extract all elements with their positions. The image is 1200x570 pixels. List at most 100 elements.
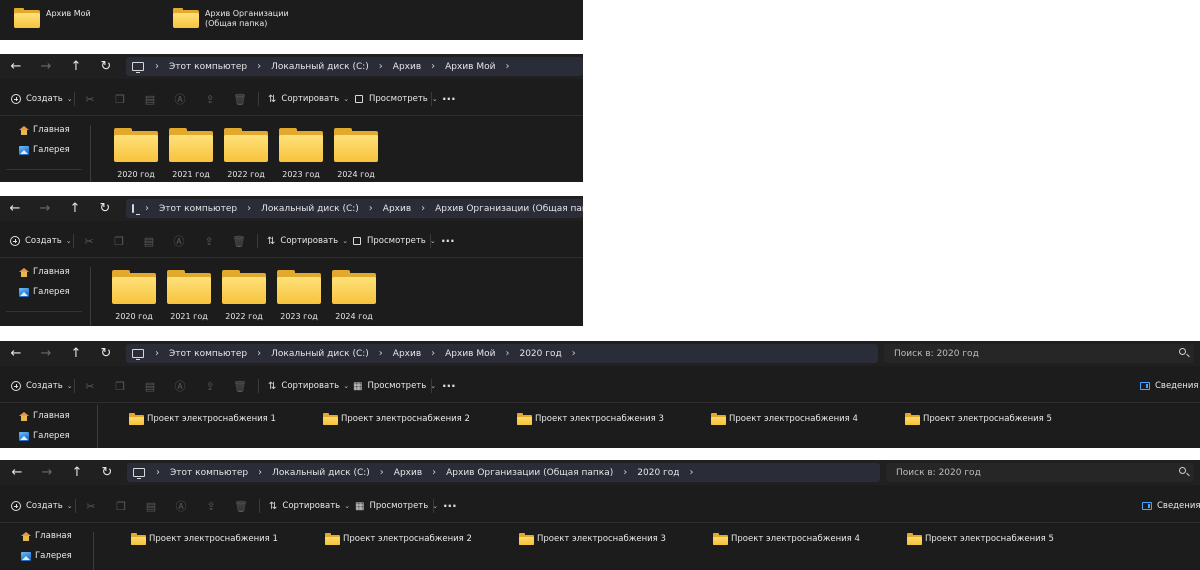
back-arrow-icon[interactable]: ←	[2, 460, 32, 485]
share-icon[interactable]: ⇪	[202, 82, 218, 116]
more-options-icon[interactable]: ···	[442, 369, 456, 403]
copy-icon[interactable]: ❐	[113, 489, 129, 523]
sidebar-item-gallery[interactable]: Галерея	[19, 145, 70, 155]
view-button[interactable]: ▦ Просмотреть ⌄	[355, 489, 438, 523]
create-button[interactable]: Создать ⌄	[10, 224, 72, 258]
share-icon[interactable]: ⇪	[201, 224, 217, 258]
delete-icon[interactable]: 🗑	[233, 489, 249, 523]
rename-icon[interactable]: Ⓐ	[171, 224, 187, 258]
breadcrumb-item[interactable]: Этот компьютер	[170, 468, 248, 478]
share-icon[interactable]: ⇪	[202, 369, 218, 403]
refresh-icon[interactable]: ↻	[90, 196, 120, 221]
folder-item[interactable]: Проект электроснабжения 2	[323, 413, 470, 425]
rename-icon[interactable]: Ⓐ	[173, 489, 189, 523]
breadcrumb-item[interactable]: Архив	[393, 62, 421, 72]
paste-icon[interactable]: ▤	[142, 82, 158, 116]
breadcrumb-item[interactable]: Локальный диск (C:)	[271, 349, 369, 359]
copy-icon[interactable]: ❐	[112, 82, 128, 116]
sort-button[interactable]: ⇅ Сортировать ⌄	[267, 224, 348, 258]
sort-button[interactable]: ⇅ Сортировать ⌄	[269, 489, 350, 523]
breadcrumb-item[interactable]: Локальный диск (C:)	[272, 468, 370, 478]
rename-icon[interactable]: Ⓐ	[172, 82, 188, 116]
sidebar-item-home[interactable]: Главная	[21, 531, 72, 541]
refresh-icon[interactable]: ↻	[92, 460, 122, 485]
more-options-icon[interactable]: ···	[441, 224, 455, 258]
breadcrumb-item[interactable]: Архив Организации (Общая папка)	[435, 204, 583, 214]
back-arrow-icon[interactable]: ←	[1, 341, 31, 366]
folder-item[interactable]: Проект электроснабжения 4	[711, 413, 858, 425]
up-arrow-icon[interactable]: ↑	[61, 54, 91, 79]
sort-button[interactable]: ⇅ Сортировать ⌄	[268, 82, 349, 116]
folder-item[interactable]: Проект электроснабжения 5	[905, 413, 1052, 425]
breadcrumb-item[interactable]: Архив	[393, 349, 421, 359]
folder-item[interactable]: Проект электроснабжения 3	[519, 533, 666, 545]
paste-icon[interactable]: ▤	[141, 224, 157, 258]
folder-item[interactable]: Архив Организации (Общая папка)	[173, 8, 315, 29]
create-button[interactable]: Создать ⌄	[11, 489, 73, 523]
sidebar-item-home[interactable]: Главная	[19, 411, 70, 421]
cut-icon[interactable]: ✂	[82, 82, 98, 116]
cut-icon[interactable]: ✂	[82, 369, 98, 403]
breadcrumb[interactable]: › Этот компьютер › Локальный диск (C:) › А…	[126, 344, 878, 363]
view-button[interactable]: Просмотреть ⌄	[353, 224, 436, 258]
breadcrumb[interactable]: › Этот компьютер › Локальный диск (C:) › А…	[127, 463, 880, 482]
folder-item[interactable]: Архив Мой	[14, 8, 91, 28]
create-button[interactable]: Создать ⌄	[11, 82, 73, 116]
search-input[interactable]: Поиск в: 2020 год	[884, 344, 1194, 363]
breadcrumb-item[interactable]: Архив	[383, 204, 411, 214]
folder-item[interactable]: Проект электроснабжения 4	[713, 533, 860, 545]
rename-icon[interactable]: Ⓐ	[172, 369, 188, 403]
sidebar-item-gallery[interactable]: Галерея	[19, 287, 70, 297]
breadcrumb[interactable]: › Этот компьютер › Локальный диск (C:) › А…	[126, 199, 583, 218]
forward-arrow-icon[interactable]: →	[32, 460, 62, 485]
search-input[interactable]: Поиск в: 2020 год	[886, 463, 1194, 482]
folder-item[interactable]: Проект электроснабжения 5	[907, 533, 1054, 545]
breadcrumb-item[interactable]: Архив Организации (Общая папка)	[446, 468, 613, 478]
up-arrow-icon[interactable]: ↑	[60, 196, 90, 221]
breadcrumb-item[interactable]: Этот компьютер	[169, 349, 247, 359]
details-button[interactable]: Сведения	[1142, 489, 1200, 523]
sidebar-item-home[interactable]: Главная	[19, 267, 70, 277]
paste-icon[interactable]: ▤	[142, 369, 158, 403]
breadcrumb-item[interactable]: Локальный диск (C:)	[271, 62, 369, 72]
copy-icon[interactable]: ❐	[111, 224, 127, 258]
delete-icon[interactable]: 🗑	[231, 224, 247, 258]
folder-item[interactable]: Проект электроснабжения 1	[131, 533, 278, 545]
refresh-icon[interactable]: ↻	[91, 54, 121, 79]
breadcrumb-item[interactable]: Архив Мой	[445, 349, 495, 359]
create-button[interactable]: Создать ⌄	[11, 369, 73, 403]
breadcrumb-item[interactable]: Локальный диск (C:)	[261, 204, 359, 214]
breadcrumb-item[interactable]: Архив	[394, 468, 422, 478]
breadcrumb-item[interactable]: 2020 год	[637, 468, 679, 478]
breadcrumb-item[interactable]: Этот компьютер	[159, 204, 237, 214]
folder-item[interactable]: Проект электроснабжения 1	[129, 413, 276, 425]
share-icon[interactable]: ⇪	[203, 489, 219, 523]
details-button[interactable]: Сведения	[1140, 369, 1198, 403]
sidebar-item-gallery[interactable]: Галерея	[19, 431, 70, 441]
paste-icon[interactable]: ▤	[143, 489, 159, 523]
copy-icon[interactable]: ❐	[112, 369, 128, 403]
breadcrumb-item[interactable]: Этот компьютер	[169, 62, 247, 72]
back-arrow-icon[interactable]: ←	[1, 54, 31, 79]
breadcrumb-item[interactable]: Архив Мой	[445, 62, 495, 72]
up-arrow-icon[interactable]: ↑	[61, 341, 91, 366]
breadcrumb[interactable]: › Этот компьютер › Локальный диск (C:) › А…	[126, 57, 583, 76]
forward-arrow-icon[interactable]: →	[30, 196, 60, 221]
folder-item[interactable]: Проект электроснабжения 2	[325, 533, 472, 545]
breadcrumb-item[interactable]: 2020 год	[519, 349, 561, 359]
sidebar-item-gallery[interactable]: Галерея	[21, 551, 72, 561]
view-button[interactable]: Просмотреть ⌄	[355, 82, 438, 116]
up-arrow-icon[interactable]: ↑	[62, 460, 92, 485]
delete-icon[interactable]: 🗑	[232, 369, 248, 403]
view-button[interactable]: ▦ Просмотреть ⌄	[353, 369, 436, 403]
delete-icon[interactable]: 🗑	[232, 82, 248, 116]
refresh-icon[interactable]: ↻	[91, 341, 121, 366]
sort-button[interactable]: ⇅ Сортировать ⌄	[268, 369, 349, 403]
forward-arrow-icon[interactable]: →	[31, 341, 61, 366]
cut-icon[interactable]: ✂	[81, 224, 97, 258]
back-arrow-icon[interactable]: ←	[0, 196, 30, 221]
forward-arrow-icon[interactable]: →	[31, 54, 61, 79]
folder-item[interactable]: Проект электроснабжения 3	[517, 413, 664, 425]
more-options-icon[interactable]: ···	[442, 82, 456, 116]
sidebar-item-home[interactable]: Главная	[19, 125, 70, 135]
